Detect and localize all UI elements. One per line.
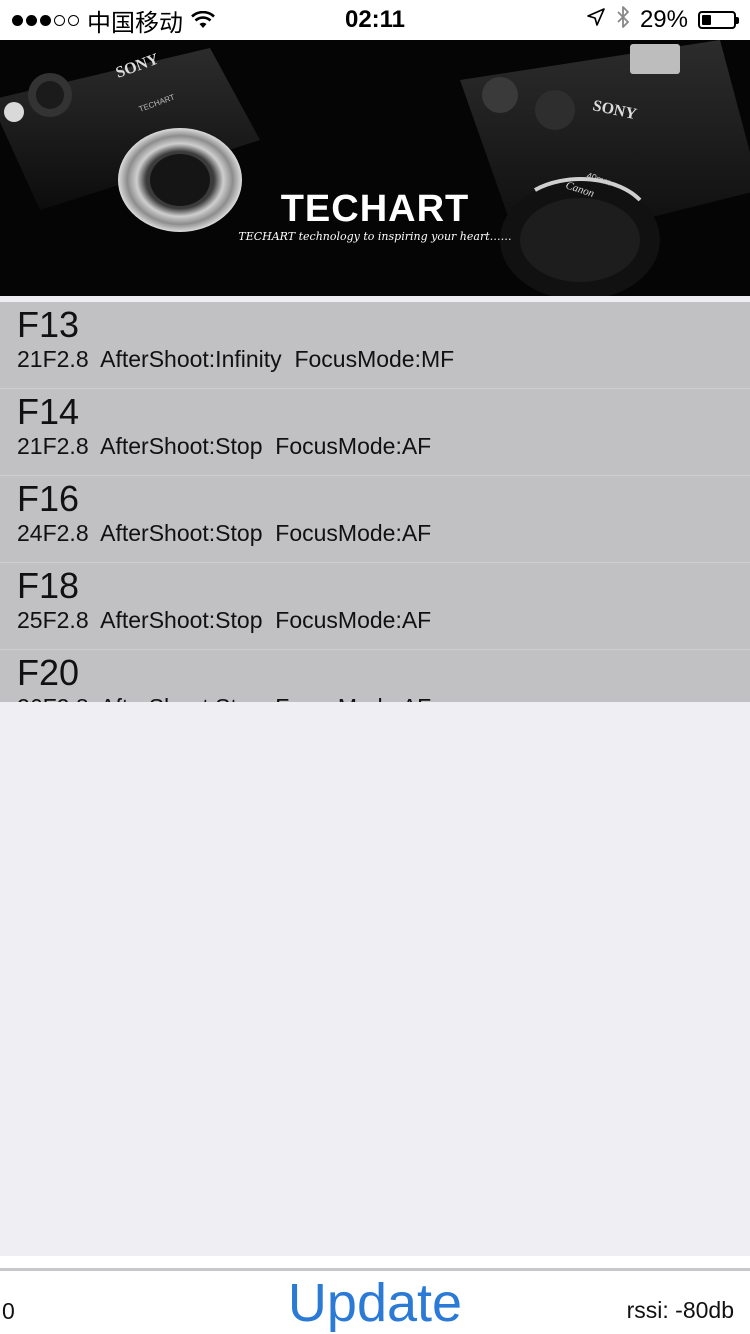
status-bar: 中国移动 02:11 29% <box>0 0 750 40</box>
brand-banner: SONY TECHART SONY Canon 40mm TECHART TEC… <box>0 40 750 296</box>
device-row[interactable]: F2026F2.8 AfterShoot:Stop FocusMode:AF <box>0 650 750 702</box>
device-name: F13 <box>17 304 80 345</box>
right-camera-graphic: SONY Canon 40mm <box>460 40 750 296</box>
status-right: 29% <box>586 0 739 40</box>
device-count: 0 <box>2 1298 15 1324</box>
device-name: F16 <box>17 478 80 519</box>
device-row[interactable]: F18 25F2.8 AfterShoot:Stop FocusMode:AF <box>0 563 750 650</box>
battery-icon <box>698 11 739 29</box>
cameras-illustration: SONY TECHART SONY Canon 40mm <box>0 40 750 296</box>
update-button[interactable]: Update <box>250 1272 500 1334</box>
device-detail: 21F2.8 AfterShoot:Stop FocusMode:AF <box>17 433 432 459</box>
device-detail: 25F2.8 AfterShoot:Stop FocusMode:AF <box>17 607 432 633</box>
device-detail: 21F2.8 AfterShoot:Infinity FocusMode:MF <box>17 346 455 372</box>
device-detail: 24F2.8 AfterShoot:Stop FocusMode:AF <box>17 520 432 546</box>
device-row[interactable]: F16 24F2.8 AfterShoot:Stop FocusMode:AF <box>0 476 750 563</box>
battery-percent: 29% <box>639 6 688 33</box>
device-name: F14 <box>17 391 80 432</box>
device-name: F20 <box>17 652 80 693</box>
app-screen: 中国移动 02:11 29% SONY TECHART SONY Canon 4… <box>0 0 750 1334</box>
brand-tagline: TECHART technology to inspiring your hea… <box>238 230 512 243</box>
bottom-toolbar: 0 Update rssi: -80db <box>0 1256 750 1334</box>
toolbar-divider <box>0 1268 750 1271</box>
device-row[interactable]: F13 21F2.8 AfterShoot:Infinity FocusMode:… <box>0 302 750 389</box>
location-arrow-icon <box>586 6 606 34</box>
bluetooth-icon <box>616 5 630 36</box>
device-name: F18 <box>17 565 80 606</box>
battery-level-fill <box>702 15 711 25</box>
device-list[interactable]: F13 21F2.8 AfterShoot:Infinity FocusMode:… <box>0 302 750 702</box>
device-row[interactable]: F14 21F2.8 AfterShoot:Stop FocusMode:AF <box>0 389 750 476</box>
rssi-readout: rssi: -80db <box>626 1297 734 1323</box>
device-detail: 26F2.8 AfterShoot:Stop FocusMode:AF <box>17 694 431 702</box>
brand-title: TECHART <box>280 188 470 230</box>
